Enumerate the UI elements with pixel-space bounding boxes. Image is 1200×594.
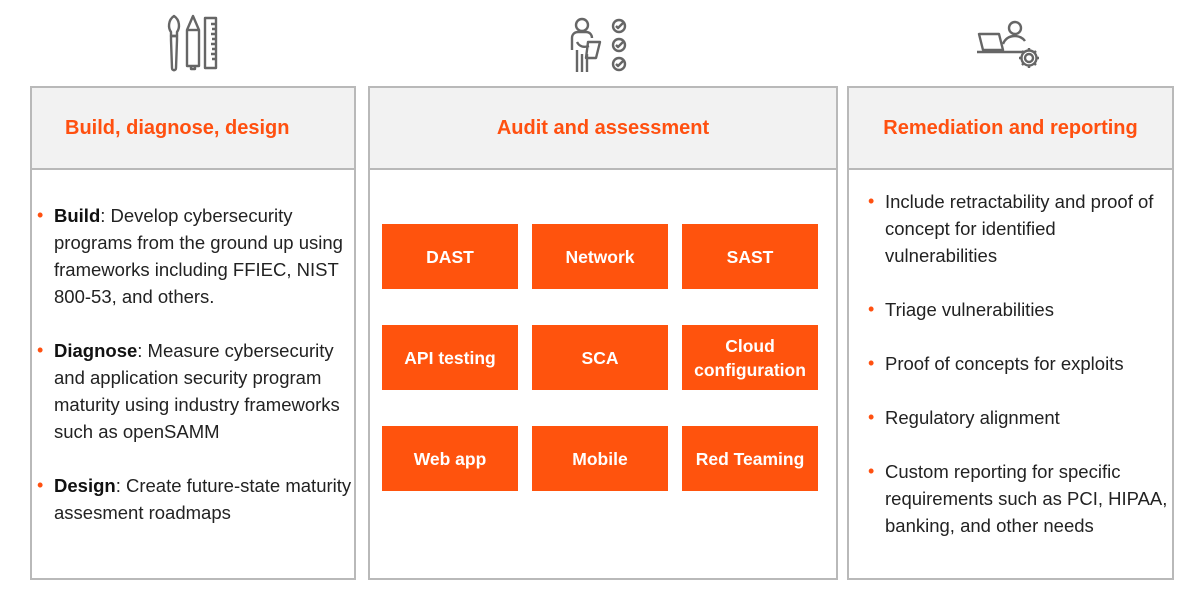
tile-web-app: Web app — [382, 426, 518, 491]
item-term: Diagnose — [54, 340, 138, 361]
list-item: • Triage vulnerabilities — [868, 296, 1170, 323]
list-item: • Custom reporting for specific requireme… — [868, 458, 1170, 539]
panel-title: Remediation and reporting — [849, 88, 1172, 170]
item-text: Proof of concepts for exploits — [885, 353, 1124, 374]
tile-red-teaming: Red Teaming — [682, 426, 818, 491]
list-item: • Proof of concepts for exploits — [868, 350, 1170, 377]
list-item: • Include retractability and proof of con… — [868, 188, 1170, 269]
panel-remediation-reporting: Remediation and reporting • Include retra… — [847, 86, 1174, 580]
brush-pencil-ruler-icon — [155, 8, 225, 78]
list-item: • Design: Create future-state maturity as… — [37, 472, 354, 526]
bullet-icon: • — [868, 191, 875, 211]
list-item: • Regulatory alignment — [868, 404, 1170, 431]
tile-network: Network — [532, 224, 668, 289]
item-text: Include retractability and proof of conc… — [885, 191, 1154, 266]
assessment-tiles: DAST Network SAST API testing SCA Cloud … — [382, 224, 818, 491]
bullet-icon: • — [868, 461, 875, 481]
item-text: Custom reporting for specific requiremen… — [885, 461, 1168, 536]
bullet-icon: • — [868, 353, 875, 373]
tile-mobile: Mobile — [532, 426, 668, 491]
bullet-icon: • — [37, 475, 44, 495]
bullet-icon: • — [37, 340, 44, 360]
item-term: Build — [54, 205, 101, 226]
panel-title: Audit and assessment — [370, 88, 836, 170]
item-term: Design — [54, 475, 116, 496]
panel-title: Build, diagnose, design — [32, 88, 354, 170]
panel-build-diagnose-design: Build, diagnose, design • Build: Develop … — [30, 86, 356, 580]
person-laptop-gear-icon — [973, 8, 1043, 78]
tile-api-testing: API testing — [382, 325, 518, 390]
list-item: • Diagnose: Measure cybersecurity and app… — [37, 337, 354, 445]
bullet-icon: • — [37, 205, 44, 225]
item-text: Regulatory alignment — [885, 407, 1060, 428]
person-checklist-icon — [564, 8, 634, 78]
remediation-list: • Include retractability and proof of con… — [868, 188, 1170, 566]
list-item: • Build: Develop cybersecurity programs f… — [37, 202, 354, 310]
tile-cloud-configuration: Cloud configuration — [682, 325, 818, 390]
tile-sast: SAST — [682, 224, 818, 289]
tile-sca: SCA — [532, 325, 668, 390]
item-text: Triage vulnerabilities — [885, 299, 1054, 320]
bullet-icon: • — [868, 299, 875, 319]
tile-dast: DAST — [382, 224, 518, 289]
panel-audit-assessment: Audit and assessment DAST Network SAST A… — [368, 86, 838, 580]
build-list: • Build: Develop cybersecurity programs f… — [37, 202, 354, 553]
bullet-icon: • — [868, 407, 875, 427]
